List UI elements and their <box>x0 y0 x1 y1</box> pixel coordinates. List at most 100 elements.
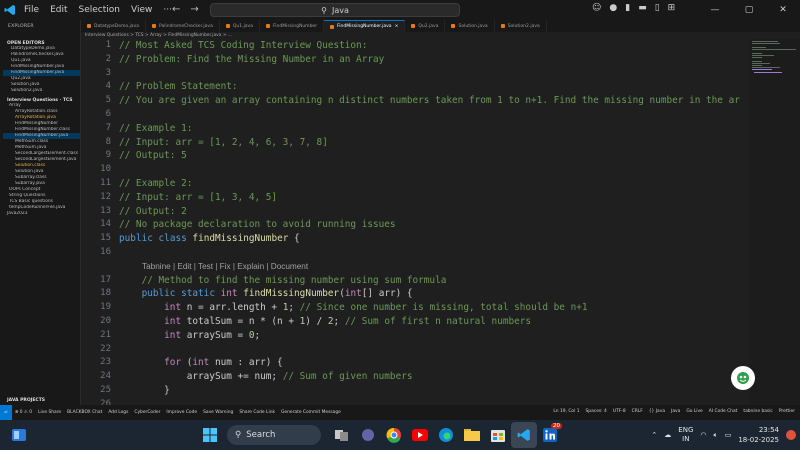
battery-icon[interactable]: ▭ <box>725 431 732 439</box>
file-explorer-icon[interactable] <box>459 422 485 448</box>
explorer-title: EXPLORER <box>8 24 34 29</box>
tab-findmissingnumber-java[interactable]: FindMissingNumber.java × <box>324 20 406 32</box>
blackbox-chat-item[interactable]: BLACKBOX Chat <box>67 410 102 415</box>
wifi-icon[interactable]: ◠ <box>700 431 706 439</box>
add-logs-item[interactable]: Add Logs <box>108 410 128 415</box>
account-icon[interactable]: ● <box>609 3 617 13</box>
encoding[interactable]: UTF-8 <box>613 409 626 414</box>
onedrive-icon[interactable]: ☁ <box>664 431 671 439</box>
copilot-icon[interactable]: ☺ <box>592 3 601 13</box>
tab-datatypedemo[interactable]: DatatypeDemo.java <box>81 20 146 32</box>
cybercoder-item[interactable]: CyberCoder <box>134 410 160 415</box>
menu-selection[interactable]: Selection <box>79 5 120 15</box>
open-editor-item[interactable]: Solution2.java <box>3 88 80 94</box>
menu-view[interactable]: View <box>131 5 152 15</box>
copilot-tray-icon[interactable] <box>786 430 796 440</box>
tab-qu2[interactable]: Qu2.java <box>405 20 446 32</box>
linkedin-icon[interactable]: 20 <box>537 422 563 448</box>
command-center-search[interactable]: ⚲ Java <box>210 3 460 17</box>
layout-panel-icon[interactable]: ▬ <box>638 3 647 13</box>
customize-layout-icon[interactable]: ⊞ <box>668 3 676 13</box>
line-number: 23 <box>100 357 111 368</box>
code-line: int arraySum = 0; <box>164 329 261 341</box>
clock[interactable]: 23:54 18-02-2025 <box>738 425 779 445</box>
line-number: 22 <box>100 343 111 354</box>
code-line: } <box>119 384 170 396</box>
edge-icon[interactable] <box>433 422 459 448</box>
line-number: 24 <box>100 371 111 382</box>
go-live-item[interactable]: Go Live <box>686 409 702 414</box>
explorer-sidebar: EXPLORER OPEN EDITORS DatatypeDemo.java … <box>3 20 81 405</box>
cursor-position[interactable]: Ln 19, Col 1 <box>553 409 579 414</box>
layout-secondary-icon[interactable]: ▯ <box>655 3 660 13</box>
line-number: 11 <box>100 177 111 188</box>
code-line: // Most Asked TCS Coding Interview Quest… <box>119 40 368 51</box>
copilot-chat-bubble-icon[interactable] <box>731 366 755 390</box>
live-share-item[interactable]: Live Share <box>38 410 61 415</box>
tab-qu1[interactable]: Qu1.java <box>220 20 260 32</box>
volume-icon[interactable]: 🔈︎ <box>713 431 717 440</box>
tree-folder[interactable]: Java2023 <box>3 211 80 217</box>
code-line: arraySum += num; // Sum of given numbers <box>119 371 413 383</box>
menu-file[interactable]: File <box>24 5 39 15</box>
forward-arrow-icon[interactable]: → <box>190 4 198 15</box>
line-number: 5 <box>105 95 111 106</box>
tab-palindromechecker[interactable]: PalindromeChecker.java <box>146 20 220 32</box>
code-line: // Problem Statement: <box>119 81 238 93</box>
minimap[interactable] <box>750 39 800 405</box>
menu-bar: File Edit Selection View ··· <box>24 5 172 15</box>
line-ending[interactable]: CRLF <box>632 409 643 414</box>
language-indicator[interactable]: ENG IN <box>678 426 693 444</box>
language-mode[interactable]: {} Java <box>649 409 665 414</box>
tab-solution[interactable]: Solution.java <box>445 20 495 32</box>
java-file-icon <box>500 24 505 28</box>
widgets-icon[interactable] <box>6 422 32 448</box>
improve-code-item[interactable]: Improve Code <box>166 410 197 415</box>
breadcrumb[interactable]: Interview Questions > TCS > Array > Find… <box>81 32 800 39</box>
tabnine-item[interactable]: tabnine basic <box>743 409 772 414</box>
tab-findmissingnumber[interactable]: FindMissingNumber <box>260 20 325 32</box>
tab-solution2[interactable]: Solution2.java <box>495 20 547 32</box>
task-view-icon[interactable] <box>329 422 355 448</box>
teams-icon[interactable] <box>355 422 381 448</box>
generate-commit-item[interactable]: Generate Commit Message <box>281 410 341 415</box>
minimize-button[interactable]: — <box>698 0 732 20</box>
remote-indicator-icon[interactable]: ⇌ <box>0 405 12 420</box>
chevron-up-icon[interactable]: ⌃ <box>651 431 657 439</box>
line-number: 7 <box>105 122 111 133</box>
line-number: 17 <box>100 274 111 285</box>
prettier-item[interactable]: Prettier <box>779 409 795 414</box>
taskbar-search[interactable]: ⚲ Search <box>227 425 321 445</box>
code-editor[interactable]: 1 2 3 4 5 6 7 8 9 10 11 12 13 14 15 16 17 18 19 20 21 22 23 24 2… <box>81 39 800 405</box>
ai-code-chat-item[interactable]: AI Code Chat <box>709 409 738 414</box>
code-line: // Output: 2 <box>119 205 187 217</box>
chrome-icon[interactable] <box>381 422 407 448</box>
window-controls: — ▢ ✕ <box>698 0 800 20</box>
save-warning-item[interactable]: Save Warning <box>203 410 233 415</box>
java-projects-section[interactable]: JAVA PROJECTS <box>3 397 49 403</box>
share-code-link-item[interactable]: Share Code Link <box>239 410 275 415</box>
start-button-icon[interactable] <box>197 422 223 448</box>
close-button[interactable]: ✕ <box>766 0 800 20</box>
code-line: // Problem: Find the Missing Number in a… <box>119 53 385 65</box>
back-arrow-icon[interactable]: ← <box>172 4 180 15</box>
code-area[interactable]: // Most Asked TCS Coding Interview Quest… <box>119 39 740 405</box>
codelens-actions[interactable]: Tabnine | Edit | Test | Fix | Explain | … <box>119 260 740 274</box>
microsoft-store-icon[interactable] <box>485 422 511 448</box>
code-line: for (int num : arr) { <box>164 357 283 369</box>
line-number: 3 <box>105 67 111 78</box>
clock-time: 23:54 <box>758 426 779 434</box>
youtube-icon[interactable] <box>407 422 433 448</box>
layout-sidebar-icon[interactable]: ▮ <box>625 3 630 13</box>
vscode-taskbar-icon[interactable] <box>511 422 537 448</box>
problems-indicator[interactable]: ⊗ 0 ⚠ 0 <box>15 410 32 415</box>
java-file-icon <box>411 24 416 28</box>
line-number: 20 <box>100 315 111 326</box>
menu-edit[interactable]: Edit <box>50 5 67 15</box>
java-status[interactable]: Java <box>671 409 680 414</box>
java-file-icon <box>330 24 335 29</box>
indentation[interactable]: Spaces: 4 <box>586 409 607 414</box>
menu-more[interactable]: ··· <box>163 5 172 15</box>
close-tab-icon[interactable]: × <box>395 24 399 29</box>
maximize-button[interactable]: ▢ <box>732 0 766 20</box>
